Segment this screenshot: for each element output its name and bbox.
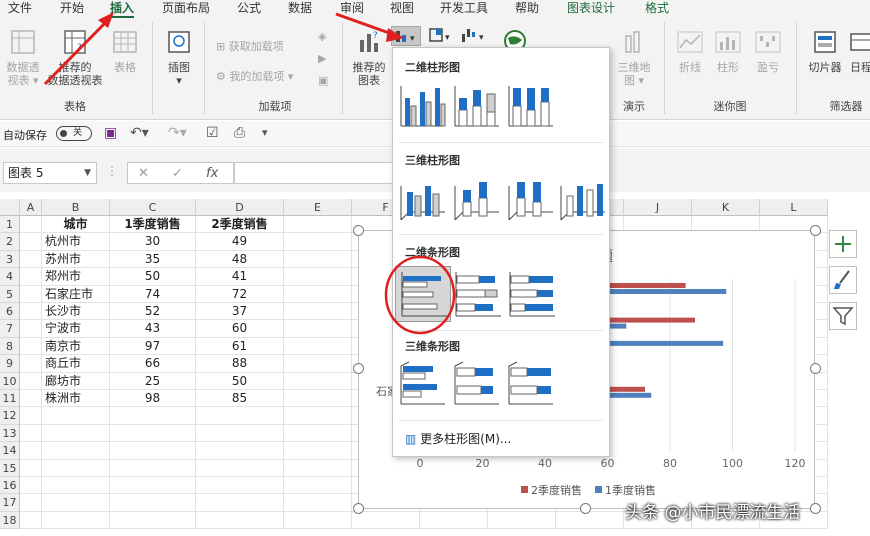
- watermark: 头条 @小市民漂流生活: [625, 503, 801, 523]
- excel-window: 文件 开始 插入 页面布局 公式 数据 审阅 视图 开发工具 帮助 图表设计 格…: [0, 0, 870, 536]
- annotation-arrow-line: [335, 12, 393, 36]
- annotation-circle: [384, 255, 456, 335]
- annotation-overlay: [43, 12, 456, 335]
- annotation-arrow-head: [386, 28, 404, 42]
- annotation-arrow-line: [43, 18, 110, 86]
